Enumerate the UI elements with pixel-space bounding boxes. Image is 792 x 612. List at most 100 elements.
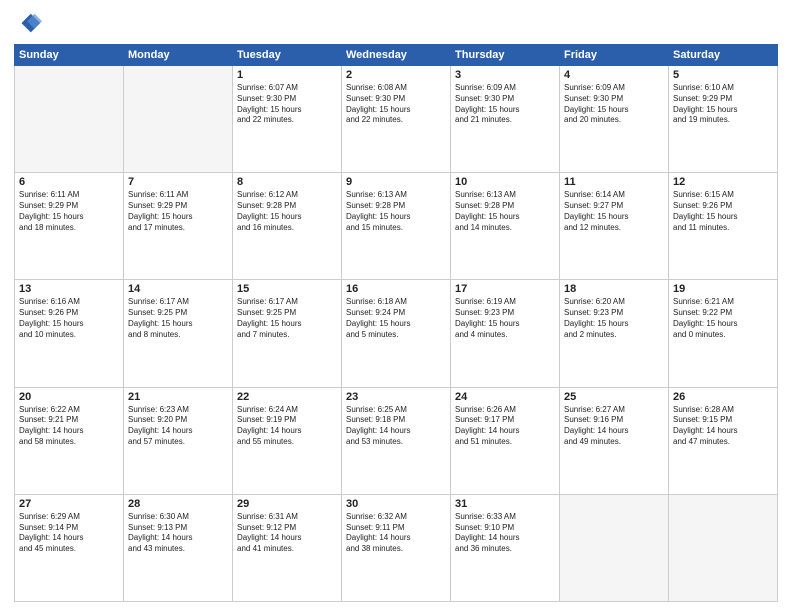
cell-info: Sunrise: 6:16 AM Sunset: 9:26 PM Dayligh…: [19, 297, 119, 340]
header: [14, 10, 778, 38]
weekday-header-cell: Wednesday: [342, 45, 451, 66]
cell-info: Sunrise: 6:10 AM Sunset: 9:29 PM Dayligh…: [673, 83, 773, 126]
weekday-header-cell: Monday: [124, 45, 233, 66]
day-number: 17: [455, 283, 555, 295]
calendar-cell: 22 Sunrise: 6:24 AM Sunset: 9:19 PM Dayli…: [233, 387, 342, 494]
calendar-cell: 18 Sunrise: 6:20 AM Sunset: 9:23 PM Dayli…: [560, 280, 669, 387]
day-number: 27: [19, 498, 119, 510]
calendar-cell: 31 Sunrise: 6:33 AM Sunset: 9:10 PM Dayli…: [451, 494, 560, 601]
calendar-cell: 25 Sunrise: 6:27 AM Sunset: 9:16 PM Dayli…: [560, 387, 669, 494]
weekday-header-cell: Friday: [560, 45, 669, 66]
calendar-cell: [669, 494, 778, 601]
day-number: 20: [19, 391, 119, 403]
calendar-cell: 27 Sunrise: 6:29 AM Sunset: 9:14 PM Dayli…: [15, 494, 124, 601]
day-number: 14: [128, 283, 228, 295]
cell-info: Sunrise: 6:09 AM Sunset: 9:30 PM Dayligh…: [564, 83, 664, 126]
day-number: 5: [673, 69, 773, 81]
cell-info: Sunrise: 6:17 AM Sunset: 9:25 PM Dayligh…: [237, 297, 337, 340]
cell-info: Sunrise: 6:13 AM Sunset: 9:28 PM Dayligh…: [346, 190, 446, 233]
weekday-header-cell: Tuesday: [233, 45, 342, 66]
calendar-cell: 21 Sunrise: 6:23 AM Sunset: 9:20 PM Dayli…: [124, 387, 233, 494]
day-number: 18: [564, 283, 664, 295]
week-row: 13 Sunrise: 6:16 AM Sunset: 9:26 PM Dayli…: [15, 280, 778, 387]
day-number: 8: [237, 176, 337, 188]
page: SundayMondayTuesdayWednesdayThursdayFrid…: [0, 0, 792, 612]
cell-info: Sunrise: 6:19 AM Sunset: 9:23 PM Dayligh…: [455, 297, 555, 340]
cell-info: Sunrise: 6:24 AM Sunset: 9:19 PM Dayligh…: [237, 405, 337, 448]
cell-info: Sunrise: 6:14 AM Sunset: 9:27 PM Dayligh…: [564, 190, 664, 233]
day-number: 12: [673, 176, 773, 188]
day-number: 23: [346, 391, 446, 403]
day-number: 4: [564, 69, 664, 81]
calendar-cell: 8 Sunrise: 6:12 AM Sunset: 9:28 PM Daylig…: [233, 173, 342, 280]
cell-info: Sunrise: 6:17 AM Sunset: 9:25 PM Dayligh…: [128, 297, 228, 340]
calendar-cell: 5 Sunrise: 6:10 AM Sunset: 9:29 PM Daylig…: [669, 66, 778, 173]
cell-info: Sunrise: 6:11 AM Sunset: 9:29 PM Dayligh…: [19, 190, 119, 233]
calendar-cell: 23 Sunrise: 6:25 AM Sunset: 9:18 PM Dayli…: [342, 387, 451, 494]
calendar-cell: 7 Sunrise: 6:11 AM Sunset: 9:29 PM Daylig…: [124, 173, 233, 280]
weekday-header-row: SundayMondayTuesdayWednesdayThursdayFrid…: [15, 45, 778, 66]
calendar-cell: 14 Sunrise: 6:17 AM Sunset: 9:25 PM Dayli…: [124, 280, 233, 387]
day-number: 25: [564, 391, 664, 403]
day-number: 30: [346, 498, 446, 510]
week-row: 20 Sunrise: 6:22 AM Sunset: 9:21 PM Dayli…: [15, 387, 778, 494]
calendar-cell: 6 Sunrise: 6:11 AM Sunset: 9:29 PM Daylig…: [15, 173, 124, 280]
cell-info: Sunrise: 6:28 AM Sunset: 9:15 PM Dayligh…: [673, 405, 773, 448]
day-number: 29: [237, 498, 337, 510]
day-number: 10: [455, 176, 555, 188]
weekday-header-cell: Thursday: [451, 45, 560, 66]
cell-info: Sunrise: 6:09 AM Sunset: 9:30 PM Dayligh…: [455, 83, 555, 126]
calendar-cell: 2 Sunrise: 6:08 AM Sunset: 9:30 PM Daylig…: [342, 66, 451, 173]
day-number: 22: [237, 391, 337, 403]
cell-info: Sunrise: 6:08 AM Sunset: 9:30 PM Dayligh…: [346, 83, 446, 126]
calendar-cell: [560, 494, 669, 601]
calendar-cell: 19 Sunrise: 6:21 AM Sunset: 9:22 PM Dayli…: [669, 280, 778, 387]
day-number: 11: [564, 176, 664, 188]
cell-info: Sunrise: 6:15 AM Sunset: 9:26 PM Dayligh…: [673, 190, 773, 233]
day-number: 13: [19, 283, 119, 295]
cell-info: Sunrise: 6:13 AM Sunset: 9:28 PM Dayligh…: [455, 190, 555, 233]
calendar-cell: 16 Sunrise: 6:18 AM Sunset: 9:24 PM Dayli…: [342, 280, 451, 387]
day-number: 16: [346, 283, 446, 295]
calendar-cell: 10 Sunrise: 6:13 AM Sunset: 9:28 PM Dayli…: [451, 173, 560, 280]
cell-info: Sunrise: 6:20 AM Sunset: 9:23 PM Dayligh…: [564, 297, 664, 340]
day-number: 3: [455, 69, 555, 81]
calendar-cell: [15, 66, 124, 173]
day-number: 15: [237, 283, 337, 295]
day-number: 7: [128, 176, 228, 188]
day-number: 21: [128, 391, 228, 403]
calendar-cell: 12 Sunrise: 6:15 AM Sunset: 9:26 PM Dayli…: [669, 173, 778, 280]
calendar-cell: 3 Sunrise: 6:09 AM Sunset: 9:30 PM Daylig…: [451, 66, 560, 173]
calendar-cell: 30 Sunrise: 6:32 AM Sunset: 9:11 PM Dayli…: [342, 494, 451, 601]
logo-icon: [14, 10, 42, 38]
cell-info: Sunrise: 6:27 AM Sunset: 9:16 PM Dayligh…: [564, 405, 664, 448]
day-number: 1: [237, 69, 337, 81]
day-number: 19: [673, 283, 773, 295]
cell-info: Sunrise: 6:18 AM Sunset: 9:24 PM Dayligh…: [346, 297, 446, 340]
calendar-cell: 24Sunrise: 6:26 AM Sunset: 9:17 PM Dayli…: [451, 387, 560, 494]
weekday-header-cell: Saturday: [669, 45, 778, 66]
day-number: 6: [19, 176, 119, 188]
calendar-cell: 15 Sunrise: 6:17 AM Sunset: 9:25 PM Dayli…: [233, 280, 342, 387]
day-number: 2: [346, 69, 446, 81]
cell-info: Sunrise: 6:07 AM Sunset: 9:30 PM Dayligh…: [237, 83, 337, 126]
cell-info: Sunrise: 6:23 AM Sunset: 9:20 PM Dayligh…: [128, 405, 228, 448]
cell-info: Sunrise: 6:11 AM Sunset: 9:29 PM Dayligh…: [128, 190, 228, 233]
cell-info: Sunrise: 6:30 AM Sunset: 9:13 PM Dayligh…: [128, 512, 228, 555]
cell-info: Sunrise: 6:29 AM Sunset: 9:14 PM Dayligh…: [19, 512, 119, 555]
cell-info: Sunrise: 6:25 AM Sunset: 9:18 PM Dayligh…: [346, 405, 446, 448]
calendar-cell: 9Sunrise: 6:13 AM Sunset: 9:28 PM Daylig…: [342, 173, 451, 280]
cell-info: Sunrise: 6:31 AM Sunset: 9:12 PM Dayligh…: [237, 512, 337, 555]
cell-info: Sunrise: 6:12 AM Sunset: 9:28 PM Dayligh…: [237, 190, 337, 233]
cell-info: Sunrise: 6:32 AM Sunset: 9:11 PM Dayligh…: [346, 512, 446, 555]
cell-info: Sunrise: 6:26 AM Sunset: 9:17 PM Dayligh…: [455, 405, 555, 448]
calendar-cell: 17 Sunrise: 6:19 AM Sunset: 9:23 PM Dayli…: [451, 280, 560, 387]
cell-info: Sunrise: 6:21 AM Sunset: 9:22 PM Dayligh…: [673, 297, 773, 340]
calendar-cell: 26 Sunrise: 6:28 AM Sunset: 9:15 PM Dayli…: [669, 387, 778, 494]
weekday-header-cell: Sunday: [15, 45, 124, 66]
calendar-cell: 13 Sunrise: 6:16 AM Sunset: 9:26 PM Dayli…: [15, 280, 124, 387]
day-number: 26: [673, 391, 773, 403]
cell-info: Sunrise: 6:33 AM Sunset: 9:10 PM Dayligh…: [455, 512, 555, 555]
day-number: 31: [455, 498, 555, 510]
cell-info: Sunrise: 6:22 AM Sunset: 9:21 PM Dayligh…: [19, 405, 119, 448]
